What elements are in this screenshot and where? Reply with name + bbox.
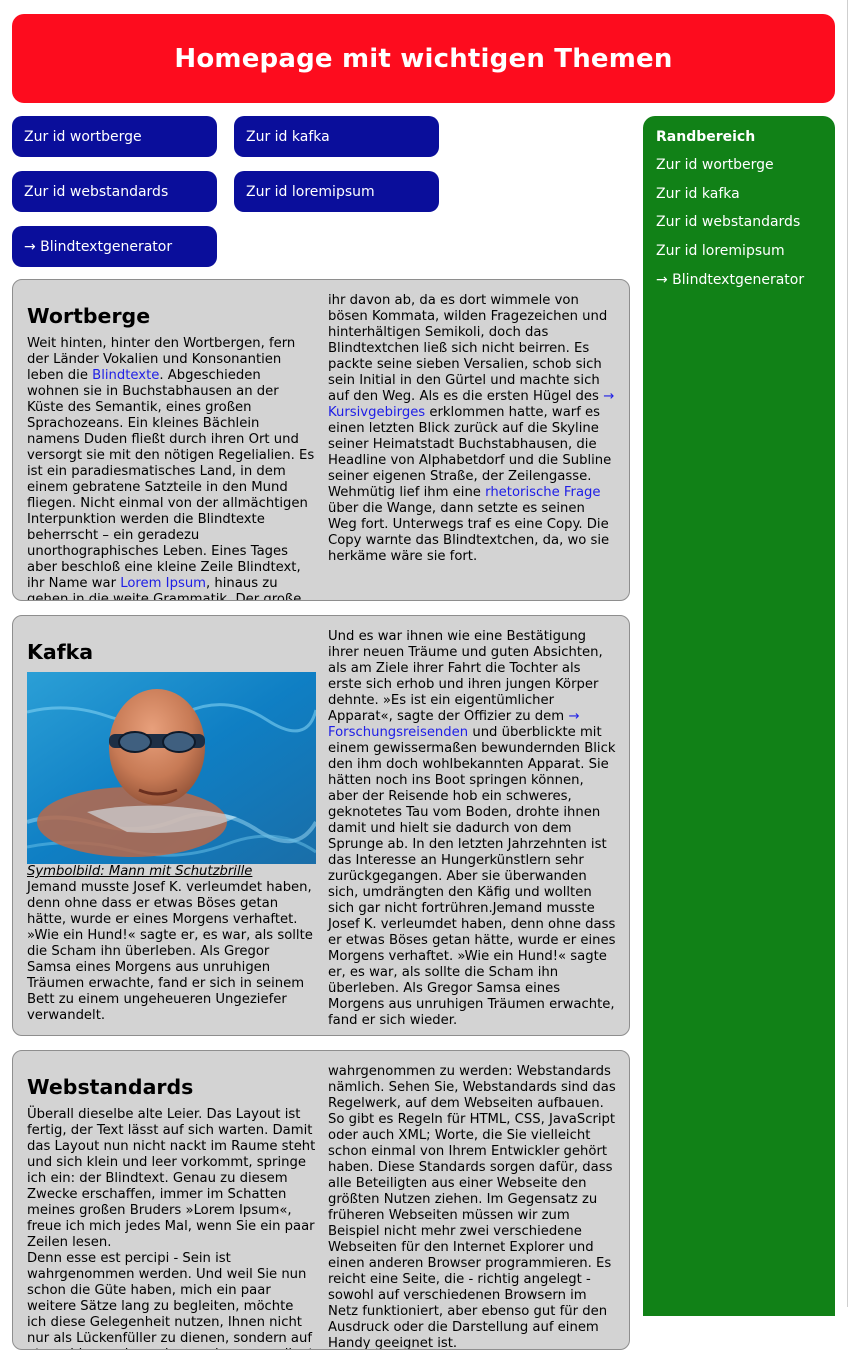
wortberge-left-column: Wortberge Weit hinten, hinter den Wortbe… — [27, 294, 316, 601]
kafka-heading: Kafka — [27, 640, 94, 664]
sidebar: Randbereich Zur id wortberge Zur id kafk… — [643, 116, 835, 1316]
link-blindtexte[interactable]: Blindtexte — [92, 368, 159, 383]
webstandards-paragraph-1: Überall dieselbe alte Leier. Das Layout … — [27, 1107, 316, 1250]
nav-button-kafka[interactable]: Zur id kafka — [234, 116, 439, 157]
swimmer-photo — [27, 672, 316, 864]
nav-button-blindtextgenerator[interactable]: → Blindtextgenerator — [12, 226, 217, 267]
webstandards-paragraph-2: Denn esse est percipi - Sein ist wahrgen… — [27, 1251, 314, 1349]
sidebar-link-wortberge[interactable]: Zur id wortberge — [656, 157, 822, 173]
webstandards-paragraph-right: wahrgenommen zu werden: Webstandards näm… — [328, 1064, 616, 1350]
photo-caption: Symbolbild: Mann mit Schutzbrille — [27, 864, 253, 879]
section-wortberge: Wortberge Weit hinten, hinter den Wortbe… — [12, 279, 630, 601]
kafka-right-column: Und es war ihnen wie eine Bestätigung ih… — [328, 629, 617, 1029]
sidebar-link-webstandards[interactable]: Zur id webstandards — [656, 214, 822, 230]
link-lorem-ipsum[interactable]: Lorem Ipsum — [120, 576, 206, 591]
sidebar-link-blindtextgenerator[interactable]: → Blindtextgenerator — [656, 272, 822, 288]
sidebar-link-kafka[interactable]: Zur id kafka — [656, 186, 822, 202]
webstandards-right-column: wahrgenommen zu werden: Webstandards näm… — [328, 1064, 617, 1350]
wortberge-paragraph-left: Weit hinten, hinter den Wortbergen, fern… — [27, 336, 315, 601]
nav-button-wortberge[interactable]: Zur id wortberge — [12, 116, 217, 157]
webstandards-left-column: Webstandards Überall dieselbe alte Leier… — [27, 1065, 316, 1349]
section-kafka: Kafka Symbolbild: Mann mit Schutzbrille … — [12, 615, 630, 1036]
site-header: Homepage mit wichtigen Themen — [12, 14, 835, 103]
kafka-paragraph-left: Jemand musste Josef K. verleumdet haben,… — [27, 880, 313, 1023]
wortberge-heading: Wortberge — [27, 304, 151, 328]
kafka-left-column: Kafka Symbolbild: Mann mit Schutzbrille … — [27, 630, 316, 1024]
section-webstandards: Webstandards Überall dieselbe alte Leier… — [12, 1050, 630, 1350]
kafka-paragraph-right: Und es war ihnen wie eine Bestätigung ih… — [328, 629, 616, 1028]
wortberge-paragraph-right: ihr davon ab, da es dort wimmele von bös… — [328, 293, 615, 564]
wortberge-right-column: ihr davon ab, da es dort wimmele von bös… — [328, 293, 617, 565]
sidebar-title: Randbereich — [656, 129, 756, 145]
window-edge — [847, 0, 848, 1307]
nav-button-loremipsum[interactable]: Zur id loremipsum — [234, 171, 439, 212]
sidebar-link-loremipsum[interactable]: Zur id loremipsum — [656, 243, 822, 259]
nav-button-webstandards[interactable]: Zur id webstandards — [12, 171, 217, 212]
webstandards-heading: Webstandards — [27, 1075, 194, 1099]
link-rhetorische-frage[interactable]: rhetorische Frage — [485, 485, 600, 500]
page-title: Homepage mit wichtigen Themen — [174, 43, 673, 74]
